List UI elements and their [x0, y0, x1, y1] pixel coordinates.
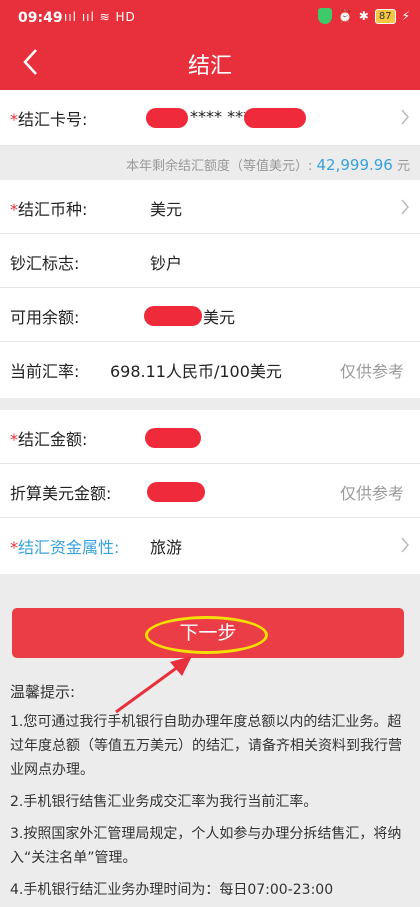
rate-row: 当前汇率: 698.11人民币/100美元 仅供参考 — [0, 342, 420, 398]
amount-row[interactable]: *结汇金额: — [0, 410, 420, 464]
cash-flag-value: 钞户 — [150, 254, 183, 273]
balance-label: 可用余额: — [10, 308, 80, 327]
quota-label: 本年剩余结汇额度（等值美元）: — [125, 159, 313, 174]
currency-section: *结汇币种: 美元 钞汇标志: 钞户 可用余额: 美元 当前汇率: 698.11… — [0, 180, 420, 398]
status-right: ⏰ ✱ 87 ⚡ — [317, 8, 410, 24]
purpose-label: 结汇资金属性: — [18, 538, 120, 557]
tip-item: 2.手机银行结售汇业务成交汇率为我行当前汇率。 — [10, 794, 318, 810]
rate-hint: 仅供参考 — [339, 362, 404, 381]
alarm-icon: ⏰ — [337, 9, 353, 23]
battery-icon: 87 — [374, 8, 396, 24]
tips-section: 温馨提示: 1.您可通过我行手机银行自助办理年度总额以内的结汇业务。超过年度总额… — [10, 680, 410, 907]
card-number-label: 结汇卡号: — [18, 110, 88, 129]
purpose-value: 旅游 — [150, 538, 183, 557]
quota-unit: 元 — [396, 159, 410, 174]
header-bar: 结汇 — [0, 34, 420, 90]
chevron-right-icon — [401, 199, 409, 215]
usd-amount-row: 折算美元金额: 仅供参考 — [0, 464, 420, 518]
balance-unit: 美元 — [203, 308, 236, 327]
amount-label: 结汇金额: — [18, 430, 88, 449]
currency-value: 美元 — [150, 200, 183, 219]
next-step-label: 下一步 — [179, 622, 237, 644]
charging-icon: ⚡ — [401, 9, 410, 23]
required-mark: * — [10, 200, 18, 219]
chevron-right-icon — [401, 537, 409, 553]
usd-amount-hint: 仅供参考 — [339, 484, 404, 503]
page-title: 结汇 — [187, 54, 232, 79]
redaction-mark — [244, 108, 306, 128]
signal-icons: ııl ııl ≋ HD — [64, 10, 136, 24]
tip-item: 3.按照国家外汇管理局规定，个人如参与办理分拆结售汇，将纳入“关注名单”管理。 — [10, 826, 402, 866]
rate-label: 当前汇率: — [10, 362, 80, 381]
tips-title: 温馨提示: — [10, 683, 76, 701]
status-time: 09:49 — [18, 10, 63, 26]
redaction-mark — [146, 108, 188, 128]
currency-label: 结汇币种: — [18, 200, 88, 219]
required-mark: * — [10, 110, 18, 129]
amount-section: *结汇金额: 折算美元金额: 仅供参考 *结汇资金属性: 旅游 — [0, 410, 420, 574]
cash-flag-label: 钞汇标志: — [10, 254, 80, 273]
required-mark: * — [10, 430, 18, 449]
tip-item: 1.您可通过我行手机银行自助办理年度总额以内的结汇业务。超过年度总额（等值五万美… — [10, 714, 402, 778]
redaction-mark — [147, 482, 205, 502]
redaction-mark — [144, 306, 202, 326]
usd-amount-label: 折算美元金额: — [10, 484, 112, 503]
balance-row: 可用余额: 美元 — [0, 288, 420, 342]
card-section: *结汇卡号: **** **** — [0, 90, 420, 146]
quota-info: 本年剩余结汇额度（等值美元）: 42,999.96 元 — [0, 146, 420, 180]
redaction-mark — [145, 428, 201, 448]
cash-flag-row: 钞汇标志: 钞户 — [0, 234, 420, 288]
required-mark: * — [10, 538, 18, 557]
bluetooth-icon: ✱ — [358, 9, 369, 23]
rate-value: 698.11人民币/100美元 — [110, 362, 282, 381]
currency-row[interactable]: *结汇币种: 美元 — [0, 180, 420, 234]
purpose-row[interactable]: *结汇资金属性: 旅游 — [0, 518, 420, 574]
tip-item: 4.手机银行结汇业务办理时间为：每日07:00-23:00 — [10, 882, 334, 898]
chevron-right-icon — [401, 109, 409, 125]
status-bar: 09:49 ııl ııl ≋ HD ⏰ ✱ 87 ⚡ — [0, 0, 420, 34]
card-number-row[interactable]: *结汇卡号: **** **** — [0, 90, 420, 146]
quota-amount: 42,999.96 — [316, 156, 393, 174]
shield-icon — [317, 8, 332, 24]
